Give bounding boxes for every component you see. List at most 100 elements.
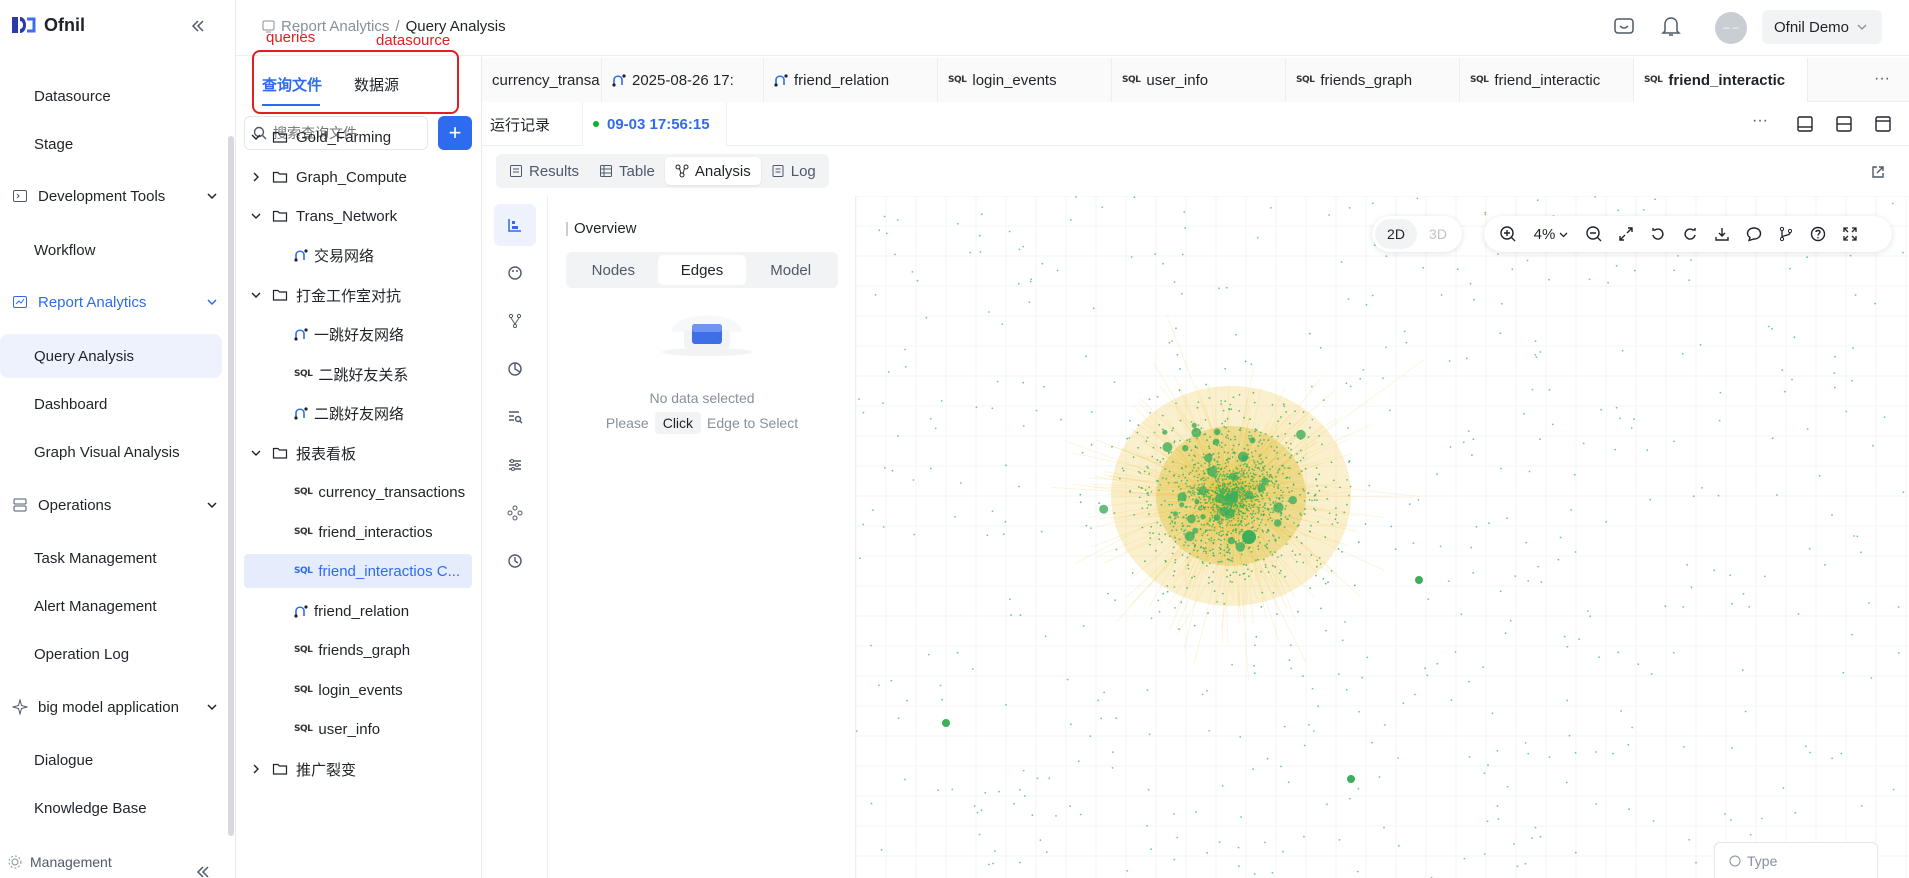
sidebar-scrollbar[interactable] bbox=[228, 136, 234, 836]
tree-item-label: friend_relation bbox=[314, 602, 410, 620]
sidebar-item-management[interactable]: Management bbox=[8, 854, 112, 870]
chevron-right-icon[interactable] bbox=[250, 763, 262, 775]
tree-file[interactable]: 二跳好友网络 bbox=[244, 396, 472, 430]
filter-sliders-icon[interactable] bbox=[494, 444, 536, 486]
file-tab[interactable]: SQL login_events bbox=[938, 58, 1112, 102]
run-record-tab[interactable]: 09-03 17:56:15 bbox=[582, 102, 727, 146]
run-record-label[interactable]: 运行记录 bbox=[490, 114, 550, 135]
zoom-out-icon[interactable] bbox=[1578, 218, 1610, 250]
comment-icon[interactable] bbox=[1738, 218, 1770, 250]
chevron-down-icon[interactable] bbox=[250, 289, 262, 301]
sidebar-item-datasource[interactable]: Datasource bbox=[0, 74, 236, 118]
tab-analysis[interactable]: Analysis bbox=[664, 157, 761, 185]
file-tab[interactable]: SQL friend_interactic bbox=[1460, 58, 1634, 102]
tree-folder[interactable]: 推广裂变 bbox=[244, 752, 472, 786]
help-icon[interactable] bbox=[1802, 218, 1834, 250]
overview-tool-icon[interactable] bbox=[494, 204, 536, 246]
radar-tool-icon[interactable] bbox=[494, 348, 536, 390]
chevron-down-icon[interactable] bbox=[250, 131, 262, 143]
sidebar-item-alert-management[interactable]: Alert Management bbox=[0, 584, 236, 628]
collapse-sidebar-icon[interactable] bbox=[190, 18, 206, 34]
sidebar-item-query-analysis[interactable]: Query Analysis bbox=[0, 334, 222, 378]
rotate-left-icon[interactable] bbox=[1642, 218, 1674, 250]
tab-table[interactable]: Table bbox=[589, 157, 665, 185]
user-menu[interactable]: Ofnil Demo bbox=[1762, 10, 1882, 44]
tree-file[interactable]: SQL friend_interactios C... bbox=[244, 554, 472, 588]
palette-tool-icon[interactable] bbox=[494, 252, 536, 294]
more-tabs-icon[interactable]: ··· bbox=[1874, 70, 1890, 88]
toggle-3d[interactable]: 3D bbox=[1417, 219, 1459, 249]
sidebar-group-operations[interactable]: Operations bbox=[0, 483, 236, 527]
fit-view-icon[interactable] bbox=[1610, 218, 1642, 250]
tree-folder[interactable]: Gold_Farming bbox=[244, 120, 472, 154]
sidebar-group-report-analytics[interactable]: Report Analytics bbox=[0, 280, 236, 324]
sidebar-item-operation-log[interactable]: Operation Log bbox=[0, 632, 236, 676]
chevron-down-icon[interactable] bbox=[250, 210, 262, 222]
tree-file[interactable]: SQL currency_transactions bbox=[244, 475, 472, 509]
search-list-tool-icon[interactable] bbox=[494, 396, 536, 438]
sidebar-item-graph-visual-analysis[interactable]: Graph Visual Analysis bbox=[0, 430, 236, 474]
open-external-icon[interactable] bbox=[1870, 164, 1886, 180]
download-icon[interactable] bbox=[1706, 218, 1738, 250]
zoom-in-icon[interactable] bbox=[1492, 218, 1524, 250]
segment-nodes[interactable]: Nodes bbox=[569, 255, 658, 285]
app-logo[interactable]: Ofnil bbox=[10, 14, 85, 36]
sidebar-item-dialogue[interactable]: Dialogue bbox=[0, 738, 236, 782]
chevron-right-icon[interactable] bbox=[250, 171, 262, 183]
branch-tool-icon[interactable] bbox=[494, 300, 536, 342]
tree-item-label: Trans_Network bbox=[296, 207, 398, 225]
sidebar-group-big-model-application[interactable]: big model application bbox=[0, 685, 236, 729]
sidebar-item-workflow[interactable]: Workflow bbox=[0, 228, 236, 272]
layout-bottom-icon[interactable] bbox=[1796, 115, 1814, 133]
layout-top-icon[interactable] bbox=[1874, 115, 1892, 133]
branch-icon[interactable] bbox=[1770, 218, 1802, 250]
tree-file[interactable]: friend_relation bbox=[244, 594, 472, 628]
notification-bell-icon[interactable] bbox=[1661, 15, 1681, 37]
zoom-level-select[interactable]: 4% bbox=[1524, 218, 1578, 250]
tree-folder[interactable]: Trans_Network bbox=[244, 199, 472, 233]
avatar[interactable]: – – bbox=[1715, 12, 1747, 44]
sql-file-icon: SQL bbox=[294, 527, 313, 537]
tree-file[interactable]: 交易网络 bbox=[244, 238, 472, 272]
chevron-down-icon[interactable] bbox=[250, 447, 262, 459]
tree-file[interactable]: 一跳好友网络 bbox=[244, 317, 472, 351]
sidebar-item-knowledge-base[interactable]: Knowledge Base bbox=[0, 786, 236, 830]
sidebar-group-development-tools[interactable]: Development Tools bbox=[0, 174, 236, 218]
tree-folder[interactable]: 打金工作室对抗 bbox=[244, 278, 472, 312]
tab-log[interactable]: Log bbox=[761, 157, 826, 185]
feedback-icon[interactable] bbox=[1613, 16, 1635, 38]
rotate-right-icon[interactable] bbox=[1674, 218, 1706, 250]
segment-model[interactable]: Model bbox=[746, 255, 835, 285]
segment-edges[interactable]: Edges bbox=[657, 255, 747, 285]
file-tab[interactable]: SQL user_info bbox=[1112, 58, 1286, 102]
graph-canvas[interactable] bbox=[856, 196, 1909, 878]
file-tab[interactable]: SQL friend_interactic bbox=[1634, 58, 1808, 102]
more-options-icon[interactable]: ··· bbox=[1752, 112, 1768, 130]
toggle-2d[interactable]: 2D bbox=[1375, 219, 1417, 249]
fullscreen-icon[interactable] bbox=[1834, 218, 1866, 250]
tree-file[interactable]: SQL 二跳好友关系 bbox=[244, 357, 472, 391]
sidebar-item-task-management[interactable]: Task Management bbox=[0, 536, 236, 580]
sidebar-item-label: Dashboard bbox=[34, 395, 108, 413]
sidebar: Ofnil Datasource Stage Development Tools… bbox=[0, 0, 236, 878]
sidebar-item-dashboard[interactable]: Dashboard bbox=[0, 382, 236, 426]
file-tab[interactable]: currency_transa bbox=[482, 58, 602, 102]
collapse-bottom-icon[interactable] bbox=[196, 866, 210, 878]
tree-file[interactable]: SQL user_info bbox=[244, 712, 472, 746]
graph-network-visualization[interactable] bbox=[856, 196, 1909, 878]
type-legend-box[interactable]: Type bbox=[1714, 842, 1878, 878]
file-tab[interactable]: 2025-08-26 17: bbox=[602, 58, 764, 102]
history-tool-icon[interactable] bbox=[494, 540, 536, 582]
tab-results[interactable]: Results bbox=[499, 157, 589, 185]
tree-file[interactable]: SQL login_events bbox=[244, 673, 472, 707]
file-tab[interactable]: friend_relation bbox=[764, 58, 938, 102]
tree-folder[interactable]: 报表看板 bbox=[244, 436, 472, 470]
sidebar-item-stage[interactable]: Stage bbox=[0, 122, 236, 166]
tree-file[interactable]: SQL friend_interactios bbox=[244, 515, 472, 549]
tree-folder[interactable]: Graph_Compute bbox=[244, 160, 472, 194]
cluster-tool-icon[interactable] bbox=[494, 492, 536, 534]
file-tab[interactable]: SQL friends_graph bbox=[1286, 58, 1460, 102]
sidebar-item-label: Operation Log bbox=[34, 645, 130, 663]
tree-file[interactable]: SQL friends_graph bbox=[244, 633, 472, 667]
layout-split-icon[interactable] bbox=[1835, 115, 1853, 133]
